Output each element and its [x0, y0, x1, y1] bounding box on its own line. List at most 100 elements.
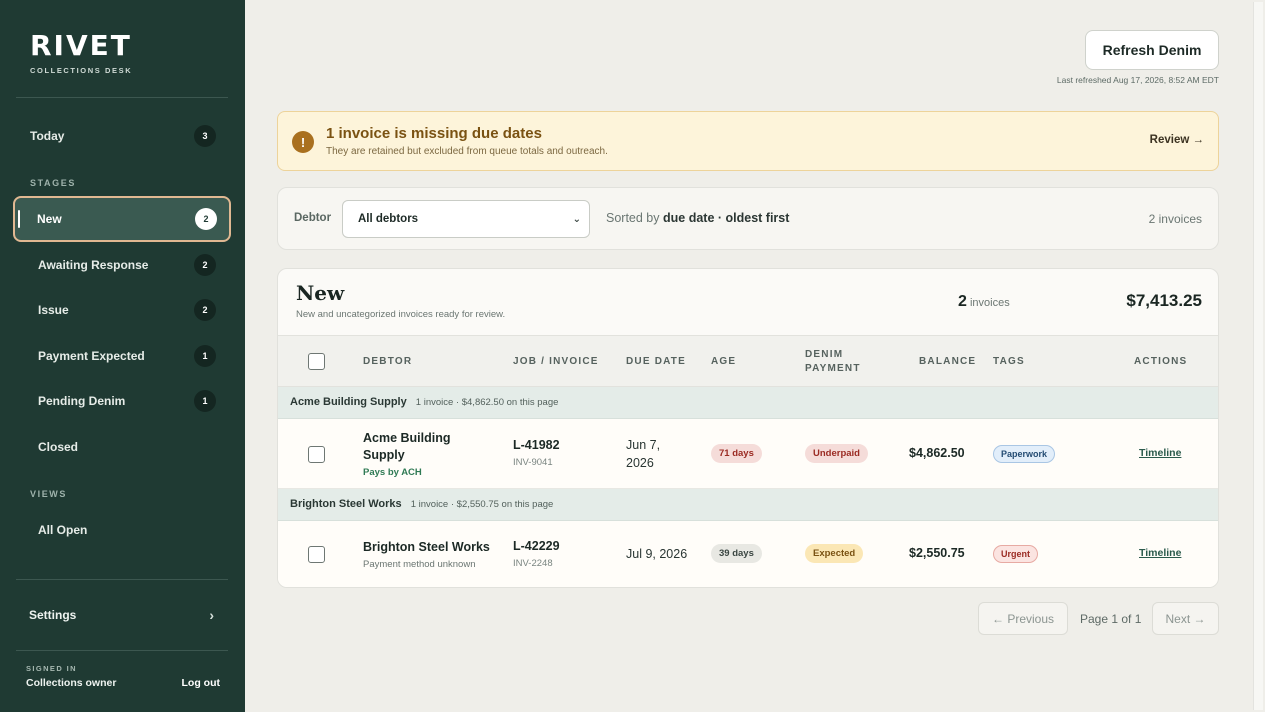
payment-status-badge: Underpaid: [805, 444, 868, 463]
age-cell: 39 days: [711, 543, 762, 563]
column-header-actions: ACTIONS: [1134, 356, 1188, 367]
brand: RIVET COLLECTIONS DESK: [30, 29, 133, 76]
group-name: Acme Building Supply 1 invoice · $4,862.…: [290, 396, 558, 408]
sidebar-item-label: All Open: [38, 523, 88, 537]
sidebar-item-new[interactable]: New 2: [13, 196, 231, 242]
invoice-number: INV-2248: [513, 558, 553, 569]
payment-cell: Expected: [805, 543, 864, 563]
debtor-cell: Acme Building Supply Pays by ACH: [363, 430, 451, 478]
previous-page-button[interactable]: ← Previous: [978, 602, 1068, 635]
table-header: DEBTOR JOB / INVOICE DUE DATE AGE DENIM …: [278, 335, 1218, 387]
sort-prefix: Sorted by: [606, 211, 660, 225]
sidebar-item-payment-expected[interactable]: Payment Expected 1: [16, 337, 228, 375]
sidebar-item-closed[interactable]: Closed: [16, 428, 228, 466]
brand-logo: RIVET: [30, 29, 132, 62]
stage-invoice-count: 2 invoices: [958, 293, 1010, 311]
sidebar-item-settings[interactable]: Settings ›: [16, 598, 228, 632]
tags-cell: Paperwork: [993, 444, 1056, 463]
invoice-count: 2 invoices: [1148, 212, 1202, 226]
group-name: Brighton Steel Works 1 invoice · $2,550.…: [290, 498, 553, 510]
sidebar-item-label: Payment Expected: [38, 349, 145, 363]
table-row[interactable]: Brighton Steel Works Payment method unkn…: [278, 521, 1218, 587]
review-link[interactable]: Review →: [1150, 134, 1204, 146]
warning-icon: !: [292, 131, 314, 153]
due-date-line: Jun 7,: [626, 438, 661, 452]
tags-cell: Urgent: [993, 544, 1038, 563]
stage-total: $7,413.25: [1126, 291, 1202, 310]
sidebar-item-label: Today: [30, 129, 65, 143]
count-badge: 2: [194, 254, 216, 276]
sidebar-item-label: Issue: [38, 303, 69, 317]
payment-method-note: Payment method unknown: [363, 559, 476, 570]
select-all-checkbox[interactable]: [308, 353, 325, 370]
group-debtor-name: Brighton Steel Works: [290, 498, 402, 510]
payment-method-note: Pays by ACH: [363, 467, 422, 478]
age-badge: 39 days: [711, 544, 762, 563]
sort-value: due date · oldest first: [663, 211, 790, 225]
section-label-stages: STAGES: [30, 178, 76, 188]
count-badge: 2: [195, 208, 217, 230]
filter-bar: Debtor All debtors ⌄ Sorted by due date …: [277, 187, 1219, 250]
due-date-line: 2026: [626, 456, 654, 470]
sidebar-item-issue[interactable]: Issue 2: [16, 291, 228, 329]
sidebar-item-today[interactable]: Today 3: [16, 117, 228, 155]
refresh-denim-button[interactable]: Refresh Denim: [1085, 30, 1219, 70]
main-content: Refresh Denim Last refreshed Aug 17, 202…: [245, 0, 1265, 712]
logout-link[interactable]: Log out: [182, 677, 220, 689]
table-row[interactable]: Acme Building Supply Pays by ACH L-41982…: [278, 419, 1218, 489]
sidebar-item-label: New: [37, 212, 62, 226]
tag-badge: Paperwork: [993, 445, 1056, 463]
timeline-link[interactable]: Timeline: [1139, 547, 1181, 559]
alert-subtitle: They are retained but excluded from queu…: [326, 146, 608, 157]
group-debtor-name: Acme Building Supply: [290, 396, 407, 408]
stage-title: New: [296, 281, 345, 305]
job-cell: L-41982 INV-9041: [513, 438, 560, 468]
column-header-job[interactable]: JOB / INVOICE: [513, 355, 599, 369]
brand-subtitle: COLLECTIONS DESK: [30, 66, 133, 75]
column-header-balance[interactable]: BALANCE: [919, 355, 976, 369]
age-cell: 71 days: [711, 443, 762, 463]
debtor-cell: Brighton Steel Works Payment method unkn…: [363, 539, 490, 570]
group-header-brighton: Brighton Steel Works 1 invoice · $2,550.…: [278, 489, 1218, 521]
next-page-button[interactable]: Next →: [1152, 602, 1219, 635]
sidebar-item-awaiting-response[interactable]: Awaiting Response 2: [16, 246, 228, 284]
sidebar-item-all-open[interactable]: All Open: [16, 511, 228, 549]
stage-subtitle: New and uncategorized invoices ready for…: [296, 309, 506, 320]
debtor-filter-label: Debtor: [294, 212, 332, 224]
debtor-name: Acme Building: [363, 431, 451, 445]
payment-status-badge: Expected: [805, 544, 864, 563]
chevron-right-icon: ›: [209, 607, 214, 623]
sidebar-item-label: Pending Denim: [38, 394, 126, 408]
group-header-acme: Acme Building Supply 1 invoice · $4,862.…: [278, 387, 1218, 419]
age-badge: 71 days: [711, 444, 762, 463]
timeline-link[interactable]: Timeline: [1139, 447, 1181, 459]
column-header-debtor[interactable]: DEBTOR: [363, 355, 412, 369]
stage-count-label: invoices: [969, 297, 1010, 309]
sidebar-item-label: Closed: [38, 440, 79, 454]
row-checkbox[interactable]: [308, 446, 325, 463]
count-badge: 1: [194, 345, 216, 367]
sidebar: RIVET COLLECTIONS DESK Today 3 STAGES Ne…: [0, 0, 245, 712]
due-date-cell: Jul 9, 2026: [626, 547, 688, 561]
missing-due-dates-alert: ! 1 invoice is missing due dates They ar…: [277, 111, 1219, 171]
last-refreshed-text: Last refreshed Aug 17, 2026, 8:52 AM EDT: [1056, 75, 1219, 85]
group-meta: 1 invoice · $2,550.75 on this page: [410, 499, 554, 510]
column-header-due-date[interactable]: DUE DATE: [626, 355, 686, 369]
page-scrollbar[interactable]: [1253, 2, 1263, 710]
column-header-denim-payment[interactable]: DENIM PAYMENT: [805, 348, 861, 376]
column-header-tags: TAGS: [993, 356, 1025, 367]
job-number: L-42229: [513, 539, 560, 553]
sidebar-item-label: Settings: [29, 608, 77, 622]
signed-in-label: SIGNED IN: [26, 664, 77, 673]
debtor-select[interactable]: All debtors ⌄: [342, 200, 590, 238]
sidebar-item-pending-denim[interactable]: Pending Denim 1: [16, 382, 228, 420]
tag-badge: Urgent: [993, 545, 1038, 563]
count-badge: 3: [194, 125, 216, 147]
debtor-select-value: All debtors: [358, 213, 419, 225]
signed-in-panel: SIGNED IN Collections owner Log out: [26, 664, 220, 689]
sidebar-divider: [16, 579, 228, 580]
balance-cell: $4,862.50: [909, 446, 965, 460]
column-header-age[interactable]: AGE: [711, 355, 736, 369]
sidebar-divider: [16, 97, 228, 98]
row-checkbox[interactable]: [308, 546, 325, 563]
